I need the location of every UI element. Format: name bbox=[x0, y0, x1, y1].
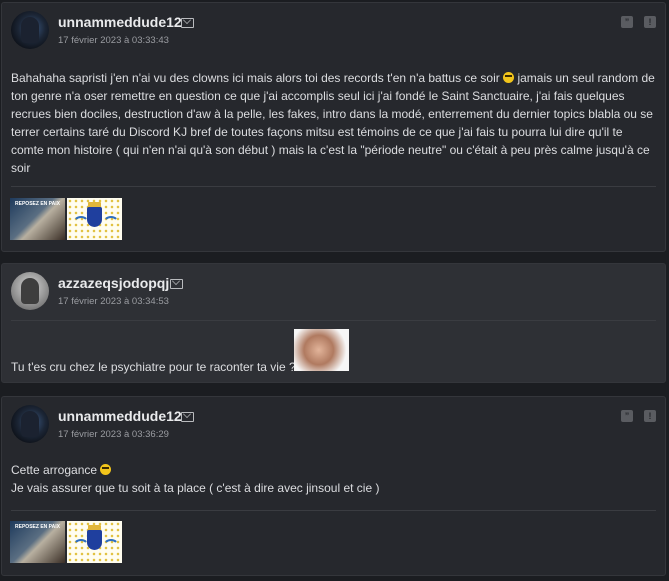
wave-icon bbox=[103, 539, 119, 553]
post-date: 17 février 2023 à 03:33:43 bbox=[58, 35, 169, 46]
forum-post: unnammeddude12 17 février 2023 à 03:33:4… bbox=[1, 2, 666, 252]
mail-icon[interactable] bbox=[170, 279, 183, 289]
avatar[interactable] bbox=[11, 11, 49, 49]
wave-icon bbox=[73, 216, 89, 230]
avatar-figure bbox=[21, 411, 39, 437]
mail-icon[interactable] bbox=[181, 412, 194, 422]
avatar-figure bbox=[21, 278, 39, 304]
wave-icon bbox=[73, 539, 89, 553]
post-body: Cette arrogance Je vais assurer que tu s… bbox=[11, 461, 655, 497]
post-body: Bahahaha sapristi j'en n'ai vu des clown… bbox=[11, 69, 655, 177]
shield-icon bbox=[87, 207, 102, 227]
report-icon[interactable]: ! bbox=[644, 410, 656, 422]
laughing-emoji-icon bbox=[100, 464, 112, 475]
quote-icon[interactable]: ” bbox=[621, 16, 633, 28]
laughing-emoji-icon bbox=[503, 72, 515, 83]
post-date: 17 février 2023 à 03:34:53 bbox=[58, 296, 169, 307]
post-date: 17 février 2023 à 03:36:29 bbox=[58, 429, 169, 440]
divider bbox=[11, 186, 656, 187]
wave-icon bbox=[103, 216, 119, 230]
avatar[interactable] bbox=[11, 405, 49, 443]
forum-post: azzazeqsjodopqj 17 février 2023 à 03:34:… bbox=[1, 263, 666, 383]
sticker-face[interactable] bbox=[294, 329, 349, 371]
quote-icon[interactable]: ” bbox=[621, 410, 633, 422]
post-text: Tu t'es cru chez le psychiatre pour te r… bbox=[11, 360, 296, 374]
forum-post: unnammeddude12 17 février 2023 à 03:36:2… bbox=[1, 396, 666, 576]
username[interactable]: unnammeddude12 bbox=[58, 408, 182, 424]
avatar[interactable] bbox=[11, 272, 49, 310]
divider bbox=[11, 510, 656, 511]
post-text: jamais un seul random de ton genre n'a o… bbox=[11, 71, 655, 175]
sticker-rip[interactable]: REPOSEZ EN PAIX bbox=[10, 198, 65, 240]
sticker-text: REPOSEZ EN PAIX bbox=[15, 201, 60, 207]
sticker-text: REPOSEZ EN PAIX bbox=[15, 524, 60, 530]
username[interactable]: azzazeqsjodopqj bbox=[58, 275, 169, 291]
sticker-rip[interactable]: REPOSEZ EN PAIX bbox=[10, 521, 65, 563]
sticker-crest[interactable] bbox=[67, 198, 122, 240]
report-icon[interactable]: ! bbox=[644, 16, 656, 28]
divider bbox=[11, 320, 656, 321]
avatar-figure bbox=[21, 17, 39, 43]
post-text: Bahahaha sapristi j'en n'ai vu des clown… bbox=[11, 71, 500, 85]
mail-icon[interactable] bbox=[181, 18, 194, 28]
shield-icon bbox=[87, 530, 102, 550]
sticker-crest[interactable] bbox=[67, 521, 122, 563]
post-text: Cette arrogance bbox=[11, 463, 98, 477]
post-text: Je vais assurer que tu soit à ta place (… bbox=[11, 481, 380, 495]
username[interactable]: unnammeddude12 bbox=[58, 14, 182, 30]
